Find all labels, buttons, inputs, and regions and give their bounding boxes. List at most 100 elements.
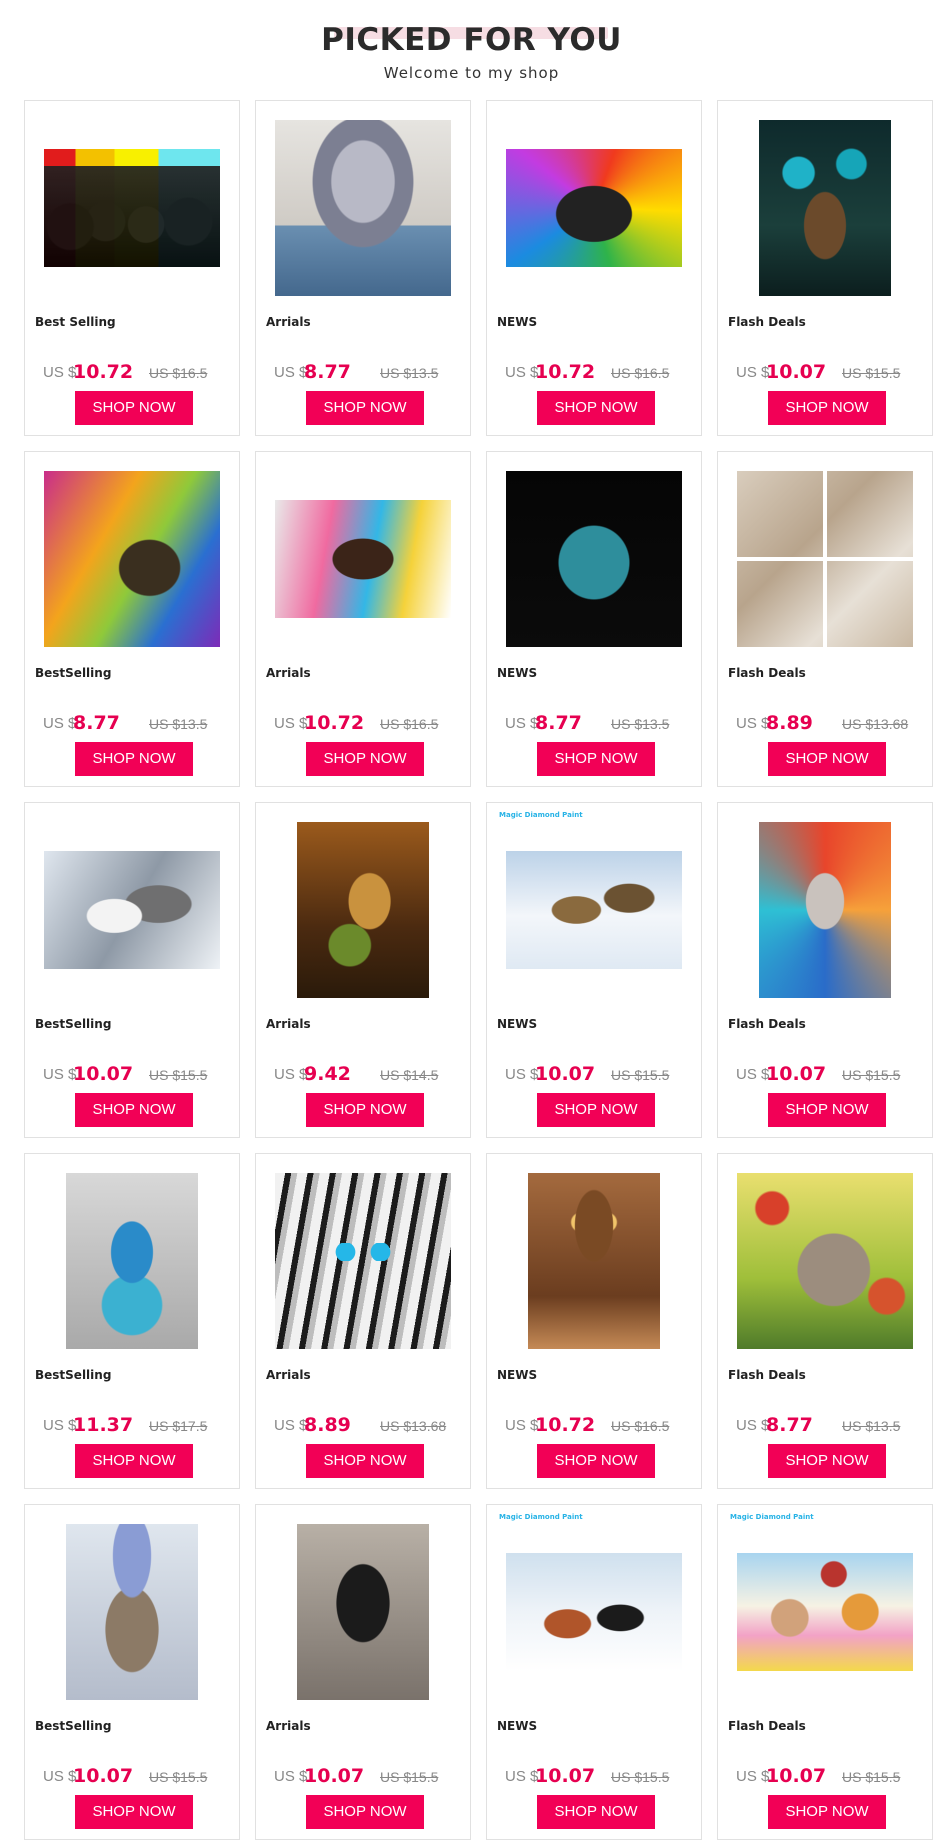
product-category[interactable]: BestSelling	[35, 1368, 111, 1382]
shop-now-button[interactable]: SHOP NOW	[768, 1444, 886, 1478]
product-card[interactable]: Arrials US $8.77 US $13.5 SHOP NOW	[255, 100, 471, 436]
product-image[interactable]	[264, 460, 462, 658]
shop-now-button[interactable]: SHOP NOW	[75, 1093, 193, 1127]
product-card[interactable]: NEWS US $10.72 US $16.5 SHOP NOW	[486, 100, 702, 436]
shop-now-button[interactable]: SHOP NOW	[75, 742, 193, 776]
product-card[interactable]: BestSelling US $10.07 US $15.5 SHOP NOW	[24, 802, 240, 1138]
product-card[interactable]: Magic Diamond Paint Flash Deals US $10.07 U…	[717, 1504, 933, 1840]
product-image[interactable]	[33, 1162, 231, 1360]
product-card[interactable]: Flash Deals US $10.07 US $15.5 SHOP NOW	[717, 802, 933, 1138]
product-image[interactable]	[33, 460, 231, 658]
product-category[interactable]: BestSelling	[35, 666, 111, 680]
shop-now-button[interactable]: SHOP NOW	[306, 742, 424, 776]
price-row: US $8.77 US $13.5	[505, 710, 695, 734]
product-image[interactable]	[33, 1513, 231, 1711]
product-category[interactable]: Arrials	[266, 666, 311, 680]
product-category[interactable]: Flash Deals	[728, 1719, 806, 1733]
product-category[interactable]: NEWS	[497, 1368, 537, 1382]
product-image[interactable]	[33, 811, 231, 1009]
shop-now-button[interactable]: SHOP NOW	[768, 1795, 886, 1829]
product-category[interactable]: Flash Deals	[728, 666, 806, 680]
product-card[interactable]: Flash Deals US $10.07 US $15.5 SHOP NOW	[717, 100, 933, 436]
product-card[interactable]: Arrials US $10.07 US $15.5 SHOP NOW	[255, 1504, 471, 1840]
product-category[interactable]: Arrials	[266, 315, 311, 329]
product-category[interactable]: NEWS	[497, 1017, 537, 1031]
original-price: US $13.68	[380, 1418, 447, 1434]
product-card[interactable]: Arrials US $10.72 US $16.5 SHOP NOW	[255, 451, 471, 787]
product-artwork	[44, 471, 220, 647]
sale-price: 10.07	[766, 1765, 827, 1787]
currency-label: US $	[274, 1417, 308, 1434]
shop-now-button[interactable]: SHOP NOW	[75, 391, 193, 425]
price-row: US $10.72 US $16.5	[43, 359, 233, 383]
product-image[interactable]	[264, 109, 462, 307]
product-card[interactable]: NEWS US $10.72 US $16.5 SHOP NOW	[486, 1153, 702, 1489]
product-card[interactable]: Best Selling US $10.72 US $16.5 SHOP NOW	[24, 100, 240, 436]
product-image[interactable]	[264, 1162, 462, 1360]
shop-now-button[interactable]: SHOP NOW	[537, 1444, 655, 1478]
original-price: US $13.5	[842, 1418, 901, 1434]
sale-price: 8.77	[73, 712, 120, 734]
shop-now-button[interactable]: SHOP NOW	[768, 742, 886, 776]
shop-now-button[interactable]: SHOP NOW	[306, 1444, 424, 1478]
currency-label: US $	[274, 1768, 308, 1785]
product-card[interactable]: NEWS US $8.77 US $13.5 SHOP NOW	[486, 451, 702, 787]
product-image[interactable]	[495, 811, 693, 1009]
product-card[interactable]: BestSelling US $10.07 US $15.5 SHOP NOW	[24, 1504, 240, 1840]
sale-price: 8.77	[535, 712, 582, 734]
shop-now-button[interactable]: SHOP NOW	[537, 742, 655, 776]
product-image[interactable]	[264, 811, 462, 1009]
shop-now-button[interactable]: SHOP NOW	[75, 1795, 193, 1829]
product-artwork	[759, 120, 891, 296]
product-category[interactable]: Best Selling	[35, 315, 116, 329]
product-card[interactable]: Arrials US $9.42 US $14.5 SHOP NOW	[255, 802, 471, 1138]
original-price: US $15.5	[842, 365, 901, 381]
product-card[interactable]: BestSelling US $11.37 US $17.5 SHOP NOW	[24, 1153, 240, 1489]
shop-now-button[interactable]: SHOP NOW	[306, 1795, 424, 1829]
sale-price: 8.77	[766, 1414, 813, 1436]
shop-now-button[interactable]: SHOP NOW	[537, 391, 655, 425]
sale-price: 10.72	[535, 1414, 596, 1436]
product-card[interactable]: Flash Deals US $8.77 US $13.5 SHOP NOW	[717, 1153, 933, 1489]
product-category[interactable]: NEWS	[497, 666, 537, 680]
product-image[interactable]	[726, 109, 924, 307]
sale-price: 10.72	[304, 712, 365, 734]
product-category[interactable]: Arrials	[266, 1719, 311, 1733]
product-image[interactable]	[495, 1162, 693, 1360]
product-image[interactable]	[33, 109, 231, 307]
original-price: US $15.5	[842, 1769, 901, 1785]
original-price: US $16.5	[611, 365, 670, 381]
product-card[interactable]: Arrials US $8.89 US $13.68 SHOP NOW	[255, 1153, 471, 1489]
shop-now-button[interactable]: SHOP NOW	[768, 391, 886, 425]
shop-now-button[interactable]: SHOP NOW	[75, 1444, 193, 1478]
product-category[interactable]: NEWS	[497, 315, 537, 329]
shop-now-button[interactable]: SHOP NOW	[306, 391, 424, 425]
product-image[interactable]	[495, 460, 693, 658]
product-category[interactable]: BestSelling	[35, 1017, 111, 1031]
product-category[interactable]: Arrials	[266, 1017, 311, 1031]
product-category[interactable]: Flash Deals	[728, 1017, 806, 1031]
product-category[interactable]: NEWS	[497, 1719, 537, 1733]
product-category[interactable]: Flash Deals	[728, 315, 806, 329]
shop-now-button[interactable]: SHOP NOW	[306, 1093, 424, 1127]
product-category[interactable]: Flash Deals	[728, 1368, 806, 1382]
product-card[interactable]: Magic Diamond Paint NEWS US $10.07 US $15.5…	[486, 802, 702, 1138]
product-category[interactable]: Arrials	[266, 1368, 311, 1382]
product-image[interactable]	[726, 460, 924, 658]
product-card[interactable]: Flash Deals US $8.89 US $13.68 SHOP NOW	[717, 451, 933, 787]
shop-now-button[interactable]: SHOP NOW	[768, 1093, 886, 1127]
product-image[interactable]	[726, 1162, 924, 1360]
original-price: US $14.5	[380, 1067, 439, 1083]
product-card[interactable]: BestSelling US $8.77 US $13.5 SHOP NOW	[24, 451, 240, 787]
shop-now-button[interactable]: SHOP NOW	[537, 1795, 655, 1829]
product-image[interactable]	[495, 109, 693, 307]
product-artwork	[759, 822, 891, 998]
product-category[interactable]: BestSelling	[35, 1719, 111, 1733]
product-image[interactable]	[726, 1513, 924, 1711]
product-image[interactable]	[495, 1513, 693, 1711]
product-image[interactable]	[726, 811, 924, 1009]
product-image[interactable]	[264, 1513, 462, 1711]
shop-now-button[interactable]: SHOP NOW	[537, 1093, 655, 1127]
price-row: US $8.89 US $13.68	[736, 710, 926, 734]
product-card[interactable]: Magic Diamond Paint NEWS US $10.07 US $15.5…	[486, 1504, 702, 1840]
